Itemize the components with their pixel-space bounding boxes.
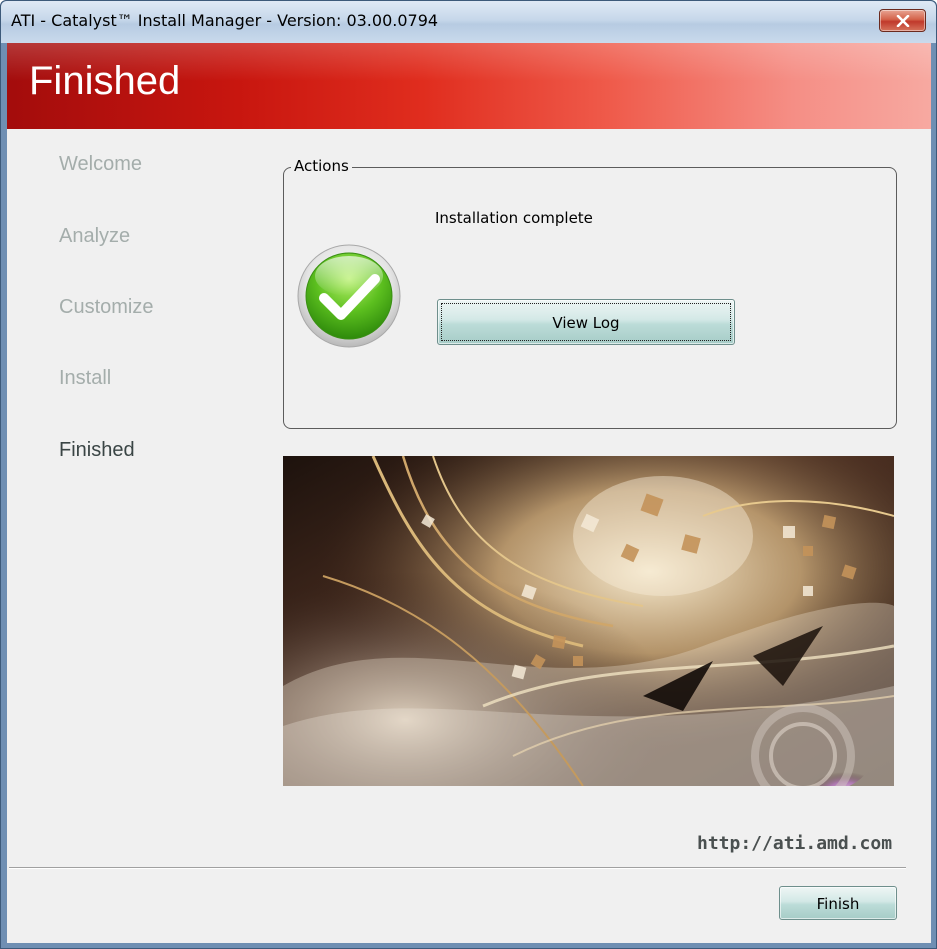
decorative-artwork xyxy=(283,456,894,786)
view-log-button[interactable]: View Log xyxy=(437,299,735,345)
actions-legend: Actions xyxy=(291,157,352,175)
installer-window: ATI - Catalyst™ Install Manager - Versio… xyxy=(0,0,937,949)
title-bar[interactable]: ATI - Catalyst™ Install Manager - Versio… xyxy=(1,1,936,43)
website-link[interactable]: http://ati.amd.com xyxy=(697,833,892,854)
window-title: ATI - Catalyst™ Install Manager - Versio… xyxy=(11,11,439,30)
finish-button[interactable]: Finish xyxy=(779,886,897,920)
client-area: Finished Welcome Analyze Customize Insta… xyxy=(7,43,931,943)
check-circle-icon xyxy=(297,244,401,348)
artwork-graphic xyxy=(283,456,894,786)
step-finished: Finished xyxy=(59,439,135,461)
step-welcome: Welcome xyxy=(59,153,142,175)
header-banner: Finished xyxy=(7,43,931,129)
close-button[interactable] xyxy=(879,9,926,32)
step-analyze: Analyze xyxy=(59,225,131,247)
step-customize: Customize xyxy=(59,296,154,318)
finish-label: Finish xyxy=(816,895,860,913)
footer-separator xyxy=(9,867,906,869)
close-x-icon xyxy=(896,15,910,27)
view-log-label: View Log xyxy=(552,314,620,332)
page-title: Finished xyxy=(29,59,181,103)
step-install: Install xyxy=(59,367,112,389)
installation-status: Installation complete xyxy=(435,209,593,227)
